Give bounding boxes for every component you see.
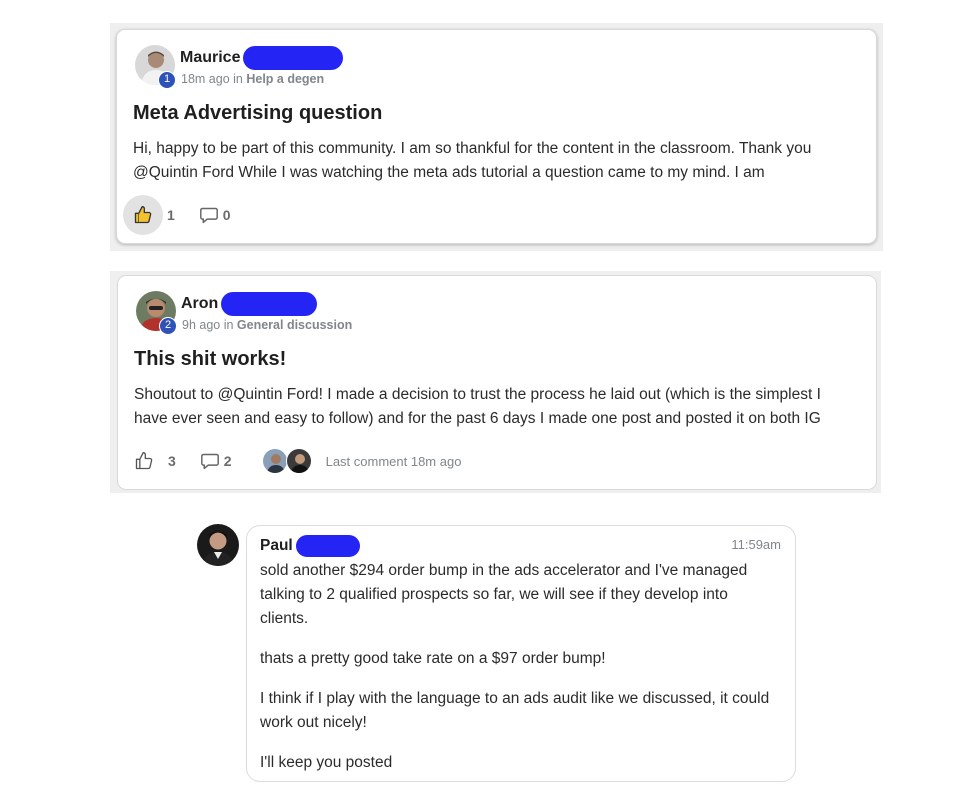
author-avatar[interactable]: 2 <box>136 291 177 335</box>
post-meta: 18m ago in Help a degen <box>181 72 324 86</box>
chat-header: Paul <box>260 534 360 558</box>
message-paragraph: I think if I play with the language to a… <box>260 690 770 731</box>
comment-count: 0 <box>222 207 231 223</box>
comment-count: 2 <box>223 453 232 469</box>
thumbs-up-icon <box>134 206 152 224</box>
level-badge: 1 <box>158 71 176 89</box>
chat-message-bubble: Paul 11:59am sold another $294 order bum… <box>246 525 796 782</box>
thumbs-up-icon <box>135 452 153 470</box>
post-card-frame: 2 Aron 9h ago in General discussion This… <box>110 271 881 493</box>
post-card-frame: 1 Maurice 18m ago in Help a degen Meta A… <box>110 23 883 251</box>
author-name[interactable]: Aron <box>181 295 218 313</box>
author-name[interactable]: Maurice <box>180 49 240 67</box>
like-button[interactable] <box>123 195 163 235</box>
post-category[interactable]: Help a degen <box>246 72 324 86</box>
post-time: 9h ago in <box>182 318 234 332</box>
post-card[interactable]: 2 Aron 9h ago in General discussion This… <box>117 275 877 490</box>
chat-message-text: sold another $294 order bump in the ads … <box>260 559 775 791</box>
author-line: Maurice <box>180 46 344 70</box>
redaction-bar <box>243 46 344 70</box>
post-body[interactable]: Hi, happy to be part of this community. … <box>133 137 853 185</box>
commenter-avatars <box>261 448 312 474</box>
author-line: Aron <box>181 292 318 316</box>
speech-bubble-icon <box>200 453 219 470</box>
comment-button[interactable]: 2 <box>200 452 256 470</box>
post-actions: 3 2 Last comment 18m ago <box>124 441 461 481</box>
comment-button[interactable]: 0 <box>199 206 255 224</box>
post-meta: 9h ago in General discussion <box>182 318 352 332</box>
redaction-bar <box>295 535 360 557</box>
post-time: 18m ago in <box>181 72 243 86</box>
redaction-bar <box>221 292 318 316</box>
chat-author-name[interactable]: Paul <box>260 537 293 555</box>
post-title[interactable]: Meta Advertising question <box>133 102 382 125</box>
post-category[interactable]: General discussion <box>237 318 352 332</box>
avatar[interactable] <box>261 448 288 474</box>
like-count: 3 <box>168 453 176 469</box>
like-count: 1 <box>167 207 175 223</box>
post-title[interactable]: This shit works! <box>134 348 286 371</box>
message-paragraph: thats a pretty good take rate on a $97 o… <box>260 650 606 667</box>
message-paragraph: sold another $294 order bump in the ads … <box>260 562 748 627</box>
post-actions: 1 0 <box>123 195 255 235</box>
chat-timestamp: 11:59am <box>731 537 781 552</box>
last-comment-text: Last comment 18m ago <box>325 453 462 469</box>
level-badge: 2 <box>159 317 177 335</box>
post-body[interactable]: Shoutout to @Quintin Ford! I made a deci… <box>134 383 854 431</box>
author-avatar[interactable]: 1 <box>135 45 176 89</box>
avatar[interactable] <box>285 448 312 474</box>
chat-avatar[interactable] <box>197 524 239 566</box>
message-paragraph: I'll keep you posted <box>260 754 393 771</box>
screenshot-canvas: 1 Maurice 18m ago in Help a degen Meta A… <box>0 0 967 794</box>
speech-bubble-icon <box>199 207 218 224</box>
post-card[interactable]: 1 Maurice 18m ago in Help a degen Meta A… <box>116 29 877 244</box>
like-button[interactable] <box>124 441 164 481</box>
